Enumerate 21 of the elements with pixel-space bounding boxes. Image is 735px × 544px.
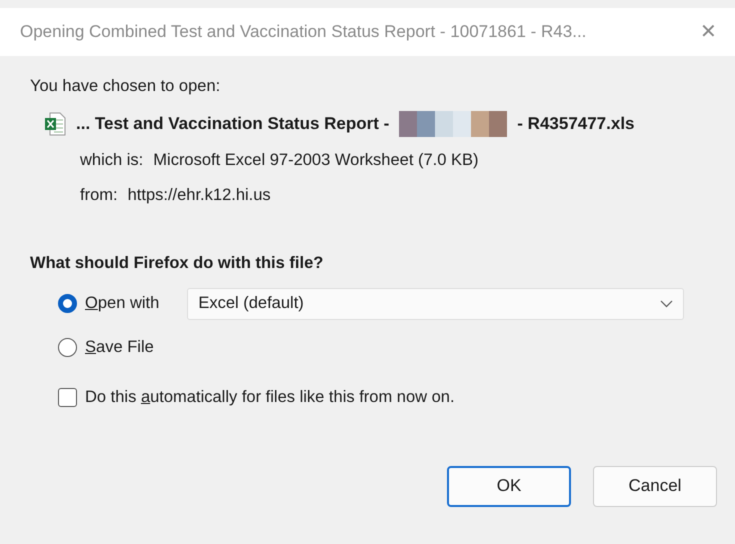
window-title: Opening Combined Test and Vaccination Status Report - 10071861 - R43... xyxy=(20,21,586,44)
radio-button[interactable] xyxy=(58,338,77,357)
detail-value: https://ehr.k12.hi.us xyxy=(128,184,271,206)
question-text: What should Firefox do with this file? xyxy=(30,252,324,274)
radio-label[interactable]: Save File xyxy=(85,335,154,360)
close-button[interactable]: ✕ xyxy=(696,17,721,47)
chevron-down-icon xyxy=(660,300,674,308)
spreadsheet-file-icon xyxy=(44,112,66,136)
radio-button[interactable] xyxy=(58,294,77,313)
file-name: ... Test and Vaccination Status Report - xyxy=(76,113,390,135)
checkbox-label[interactable]: Do this automatically for files like this from now on. xyxy=(85,385,455,410)
detail-label: from: xyxy=(80,184,118,206)
detail-value: Microsoft Excel 97-2003 Worksheet (7.0 KB) xyxy=(153,150,479,171)
file-name: - R4357477.xls xyxy=(517,113,634,135)
dialog-button[interactable]: OK xyxy=(447,466,571,506)
dialog-button[interactable]: Cancel xyxy=(593,466,717,506)
checkbox[interactable] xyxy=(58,388,77,407)
intro-text: You have chosen to open: xyxy=(30,76,222,97)
app-dropdown[interactable]: Excel (default) xyxy=(187,288,684,320)
detail-label: which is: xyxy=(80,150,144,171)
radio-label[interactable]: Open with xyxy=(85,291,160,316)
